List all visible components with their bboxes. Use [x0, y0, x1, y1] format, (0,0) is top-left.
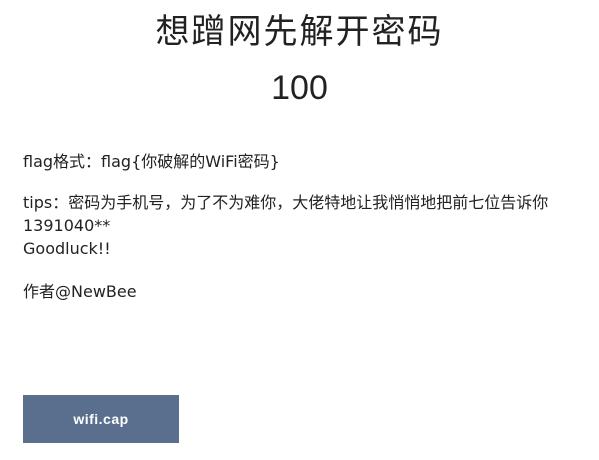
challenge-title: 想蹭网先解开密码: [155, 12, 444, 52]
author-text: 作者@NewBee: [23, 282, 137, 301]
challenge-description: flag格式：flag{你破解的WiFi密码} tips：密码为手机号，为了不为…: [23, 150, 583, 303]
challenge-panel: 想蹭网先解开密码 100 flag格式：flag{你破解的WiFi密码} tip…: [0, 0, 599, 460]
download-file-button[interactable]: wifi.cap: [23, 395, 179, 443]
flag-format-text: flag格式：flag{你破解的WiFi密码}: [23, 152, 280, 171]
goodluck-text: Goodluck!!: [23, 239, 111, 258]
challenge-points: 100: [271, 69, 328, 107]
partial-number-text: 1391040**: [23, 216, 111, 235]
tips-text: tips：密码为手机号，为了不为难你，大佬特地让我悄悄地把前七位告诉你: [23, 193, 549, 212]
